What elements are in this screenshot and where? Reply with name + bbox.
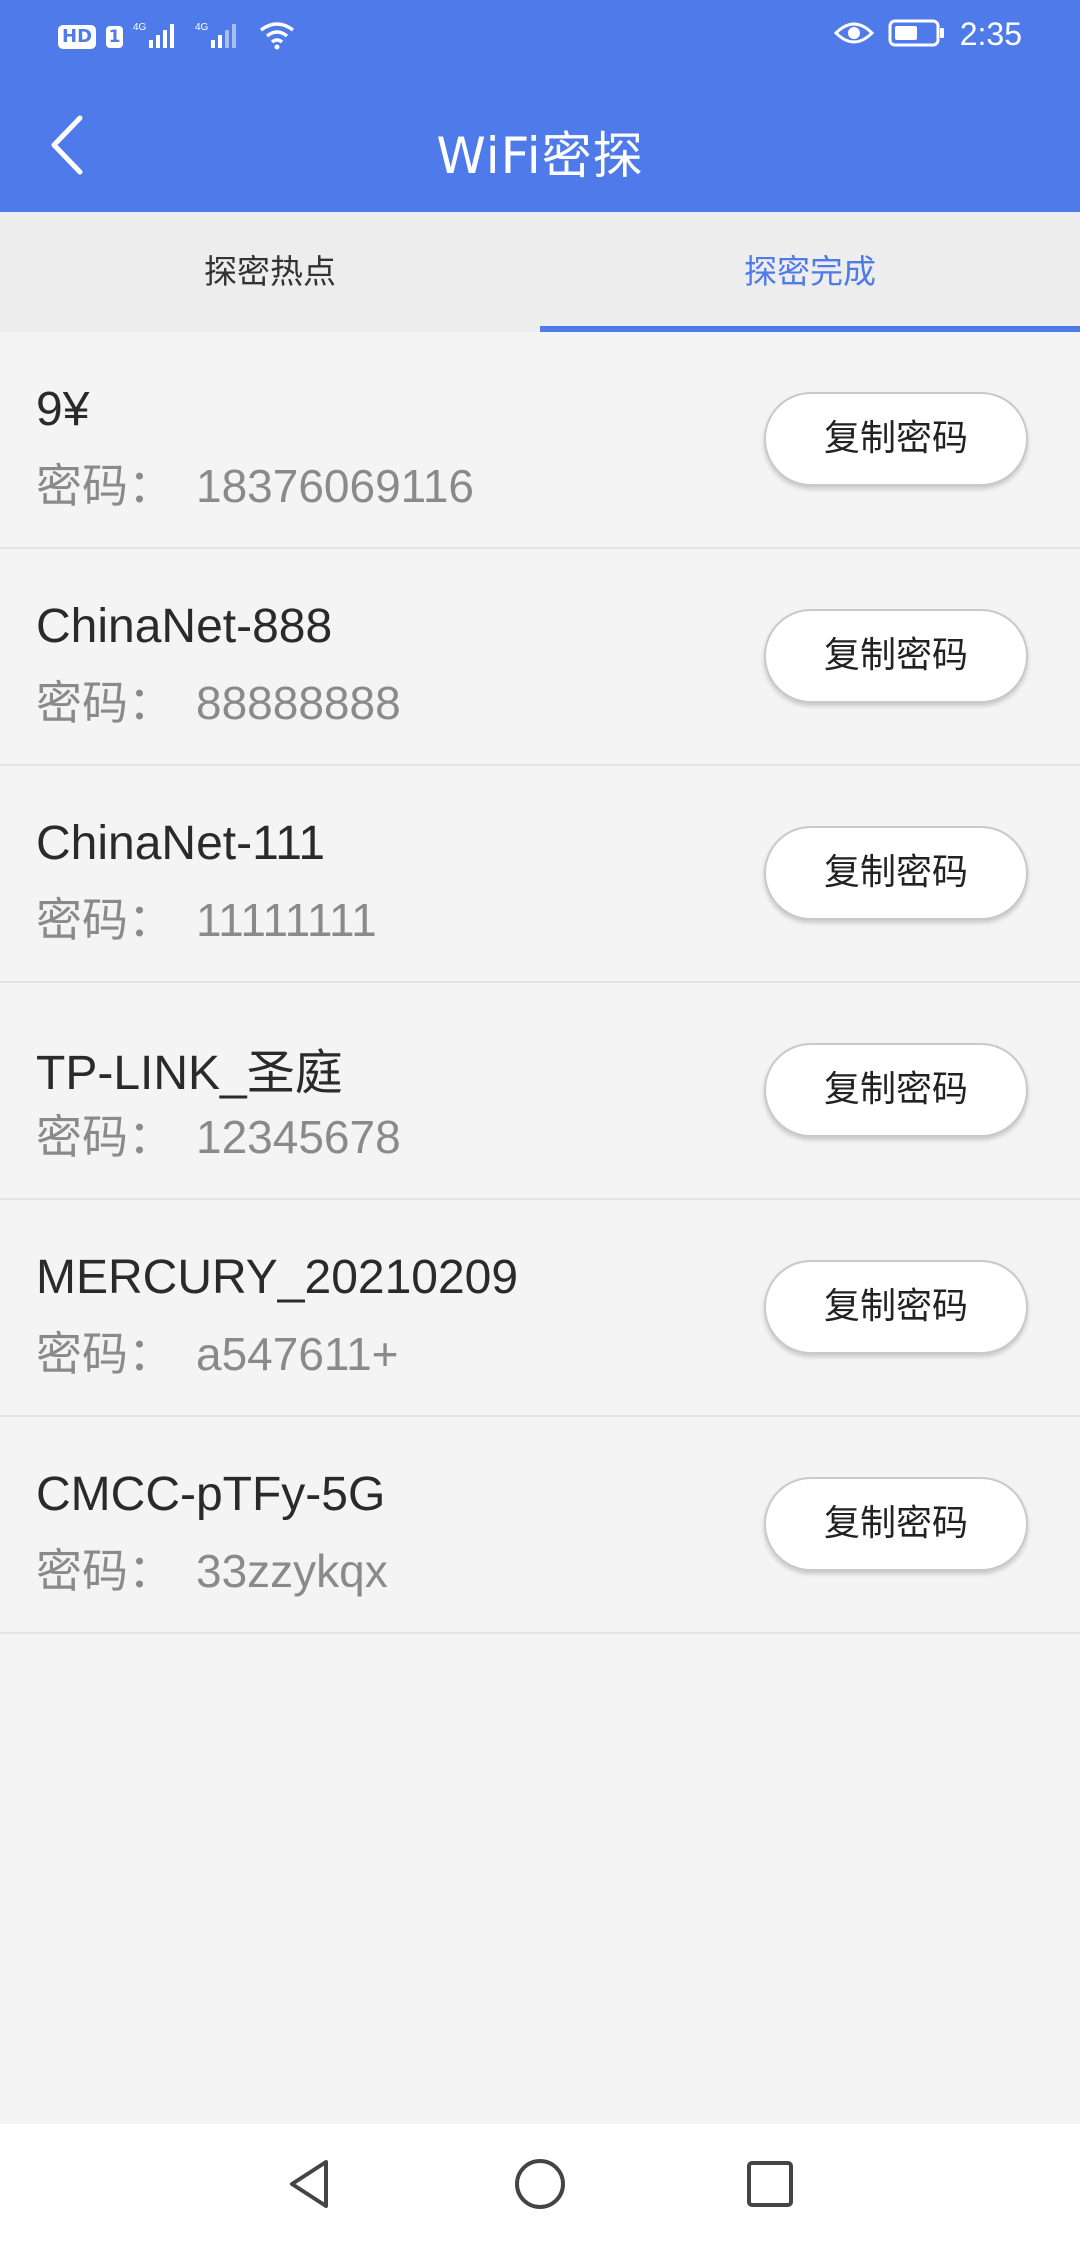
wifi-ssid: MERCURY_20210209 xyxy=(36,1251,519,1304)
sim-badge: 1 xyxy=(106,26,124,48)
svg-text:4G: 4G xyxy=(195,22,209,33)
copy-password-button[interactable]: 复制密码 xyxy=(764,609,1028,703)
wifi-list: 9¥ 密码： 18376069116 复制密码 ChinaNet-888 密码： 8… xyxy=(0,332,1080,1634)
back-triangle-icon xyxy=(290,2160,328,2208)
page-title: WiFi密探 xyxy=(436,127,644,185)
password-label: 密码： xyxy=(36,1111,174,1163)
nav-back-button[interactable] xyxy=(280,2154,340,2214)
password-label: 密码： xyxy=(36,1328,174,1380)
password-line: 密码： 11111111 xyxy=(36,884,377,950)
password-value: 33zzykqx xyxy=(196,1545,388,1597)
password-label: 密码： xyxy=(36,460,174,512)
signal-icon: 4G xyxy=(133,20,185,54)
tab-hotspots[interactable]: 探密热点 xyxy=(0,212,540,332)
copy-password-button[interactable]: 复制密码 xyxy=(764,1260,1028,1354)
password-line: 密码： 88888888 xyxy=(36,667,401,733)
nav-home-button[interactable] xyxy=(510,2154,570,2214)
password-line: 密码： 33zzykqx xyxy=(36,1535,388,1601)
status-left: HD 1 4G 4G xyxy=(58,20,297,54)
password-label: 密码： xyxy=(36,1545,174,1597)
password-value: 18376069116 xyxy=(196,460,474,512)
app-bar: WiFi密探 xyxy=(0,78,1080,212)
svg-text:4G: 4G xyxy=(133,22,147,33)
tab-bar: 探密热点 探密完成 xyxy=(0,212,1080,332)
wifi-ssid: CMCC-pTFy-5G xyxy=(36,1468,386,1521)
nav-recents-button[interactable] xyxy=(740,2154,800,2214)
tab-completed[interactable]: 探密完成 xyxy=(540,212,1080,332)
wifi-icon xyxy=(257,20,297,54)
list-item: CMCC-pTFy-5G 密码： 33zzykqx 复制密码 xyxy=(0,1417,1080,1634)
home-circle-icon xyxy=(515,2159,565,2209)
list-item: TP-LINK_圣庭 密码： 12345678 复制密码 xyxy=(0,983,1080,1200)
copy-password-button[interactable]: 复制密码 xyxy=(764,1477,1028,1571)
status-bar: HD 1 4G 4G 2:35 xyxy=(0,0,1080,78)
recents-square-icon xyxy=(747,2161,793,2207)
password-value: 12345678 xyxy=(196,1111,401,1163)
copy-password-button[interactable]: 复制密码 xyxy=(764,392,1028,486)
password-line: 密码： 18376069116 xyxy=(36,450,474,516)
password-line: 密码： 12345678 xyxy=(36,1101,401,1167)
system-nav-bar xyxy=(0,2124,1080,2244)
copy-password-button[interactable]: 复制密码 xyxy=(764,826,1028,920)
wifi-ssid: ChinaNet-888 xyxy=(36,600,333,653)
list-item: 9¥ 密码： 18376069116 复制密码 xyxy=(0,332,1080,549)
password-value: a547611+ xyxy=(196,1328,399,1380)
hd-badge: HD xyxy=(58,25,97,49)
wifi-ssid: 9¥ xyxy=(36,383,90,436)
list-item: ChinaNet-111 密码： 11111111 复制密码 xyxy=(0,766,1080,983)
wifi-ssid: ChinaNet-111 xyxy=(36,817,326,870)
password-value: 11111111 xyxy=(196,894,377,946)
password-label: 密码： xyxy=(36,894,174,946)
copy-password-button[interactable]: 复制密码 xyxy=(764,1043,1028,1137)
wifi-ssid: TP-LINK_圣庭 xyxy=(36,1047,343,1100)
password-label: 密码： xyxy=(36,677,174,729)
list-item: MERCURY_20210209 密码： a547611+ 复制密码 xyxy=(0,1200,1080,1417)
password-value: 88888888 xyxy=(196,677,401,729)
list-item: ChinaNet-888 密码： 88888888 复制密码 xyxy=(0,549,1080,766)
status-time: 2:35 xyxy=(959,16,1022,52)
eye-icon xyxy=(833,19,874,51)
signal-icon-2: 4G xyxy=(195,20,247,54)
password-line: 密码： a547611+ xyxy=(36,1318,399,1384)
battery-icon xyxy=(888,18,946,52)
status-right: 2:35 xyxy=(833,16,1022,53)
